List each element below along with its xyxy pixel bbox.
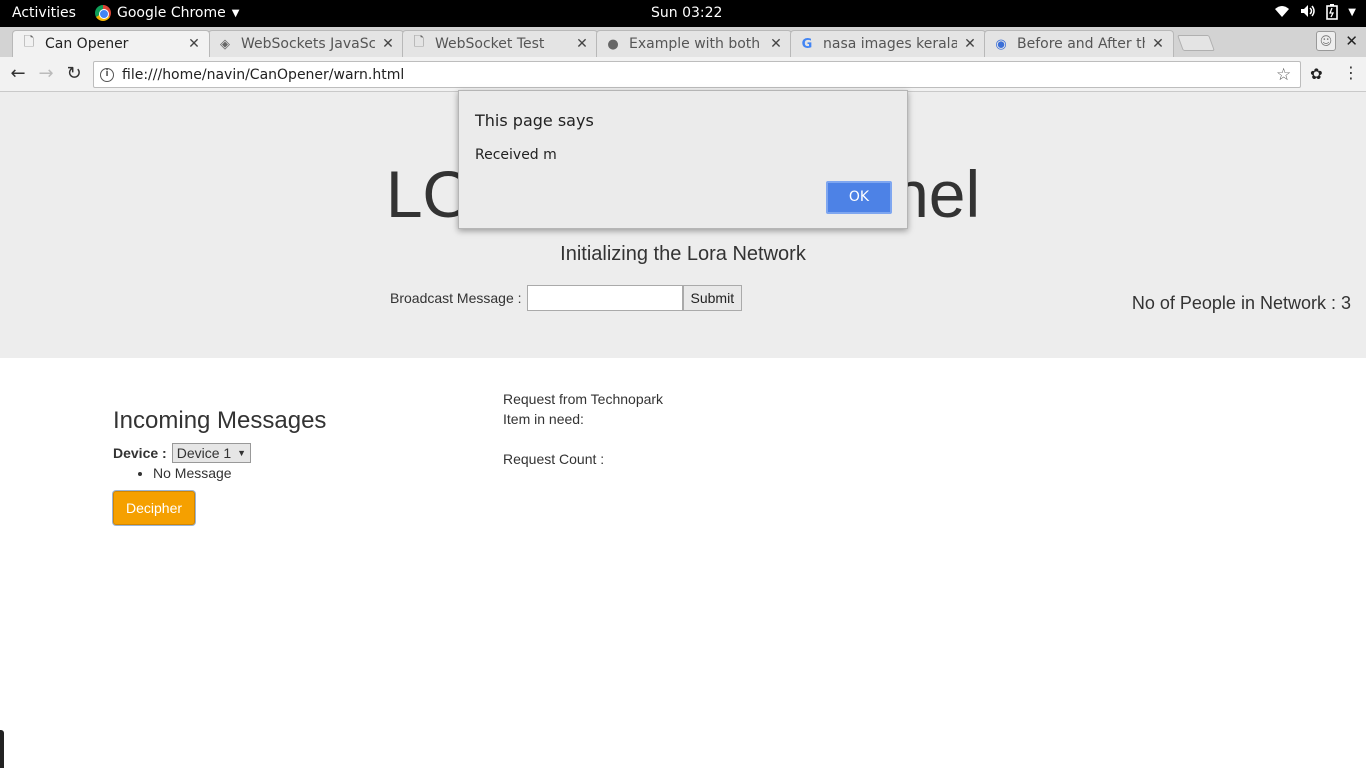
incoming-title: Incoming Messages bbox=[113, 407, 327, 434]
people-count: No of People in Network : 3 bbox=[1131, 293, 1351, 313]
request-panel: Request from Technopark Item in need: Re… bbox=[503, 389, 663, 469]
tab-strip: 🗋 Can Opener ✕ ◈ WebSockets JavaSc ✕ 🗋 W… bbox=[0, 27, 1366, 57]
device-label: Device : bbox=[113, 445, 167, 461]
close-tab-icon[interactable]: ✕ bbox=[575, 36, 589, 52]
list-item: No Message bbox=[153, 465, 326, 481]
alert-dialog: This page says Received m OK bbox=[458, 90, 908, 229]
item-in-need: Item in need: bbox=[503, 411, 584, 427]
broadcast-input[interactable] bbox=[526, 285, 683, 311]
tab-title: WebSockets JavaSc bbox=[241, 36, 375, 52]
close-tab-icon[interactable]: ✕ bbox=[187, 36, 201, 52]
close-tab-icon[interactable]: ✕ bbox=[381, 36, 395, 52]
page-subtitle: Initializing the Lora Network bbox=[560, 243, 806, 265]
new-tab-button[interactable] bbox=[1177, 35, 1215, 51]
tab-websockets-javascript[interactable]: ◈ WebSockets JavaSc ✕ bbox=[208, 30, 404, 57]
clock[interactable]: Sun 03:22 bbox=[651, 5, 722, 21]
broadcast-form: Broadcast Message : Submit bbox=[390, 285, 743, 311]
dialog-title: This page says bbox=[475, 111, 594, 130]
device-selected-value: Device 1 bbox=[176, 445, 232, 461]
browser-toolbar: ← → ↻ i file:///home/navin/CanOpener/war… bbox=[0, 57, 1366, 92]
more-menu-icon[interactable]: ⋮ bbox=[1343, 63, 1359, 82]
site-icon: ◉ bbox=[995, 36, 1007, 52]
system-tray[interactable]: ▼ bbox=[1274, 4, 1356, 24]
tab-title: nasa images kerala bbox=[823, 36, 957, 52]
chrome-icon bbox=[95, 5, 111, 21]
device-select[interactable]: Device 1 ▼ bbox=[171, 443, 252, 463]
close-tab-icon[interactable]: ✕ bbox=[769, 36, 783, 52]
forward-arrow-icon[interactable]: → bbox=[35, 63, 57, 85]
dialog-message: Received m bbox=[475, 147, 557, 163]
tab-title: Before and After the bbox=[1017, 36, 1145, 52]
message-list: No Message bbox=[153, 465, 326, 481]
tab-can-opener[interactable]: 🗋 Can Opener ✕ bbox=[12, 30, 210, 57]
reload-icon[interactable]: ↻ bbox=[63, 63, 85, 85]
activities-button[interactable]: Activities bbox=[12, 5, 76, 21]
tab-before-and-after[interactable]: ◉ Before and After the ✕ bbox=[984, 30, 1174, 57]
websocket-site-icon: ◈ bbox=[220, 36, 230, 52]
broadcast-label: Broadcast Message : bbox=[390, 290, 522, 306]
ok-button[interactable]: OK bbox=[826, 181, 892, 214]
window-close-icon[interactable]: ✕ bbox=[1345, 32, 1358, 50]
wifi-icon bbox=[1274, 4, 1290, 24]
battery-icon bbox=[1326, 4, 1339, 24]
decipher-button[interactable]: Decipher bbox=[113, 491, 196, 525]
volume-icon bbox=[1300, 4, 1316, 24]
close-tab-icon[interactable]: ✕ bbox=[1151, 36, 1165, 52]
extension-icon[interactable]: ✿ bbox=[1310, 65, 1323, 83]
url-text[interactable]: file:///home/navin/CanOpener/warn.html bbox=[122, 67, 1276, 83]
app-menu-label: Google Chrome bbox=[117, 5, 226, 21]
profile-icon[interactable]: ☺ bbox=[1316, 31, 1336, 51]
back-arrow-icon[interactable]: ← bbox=[7, 63, 29, 85]
incoming-messages-panel: Incoming Messages Device : Device 1 ▼ No… bbox=[113, 407, 326, 525]
tab-title: WebSocket Test bbox=[435, 36, 545, 52]
tab-google-search[interactable]: G nasa images kerala ✕ bbox=[790, 30, 986, 57]
chevron-down-icon: ▼ bbox=[231, 7, 240, 19]
page-icon: 🗋 bbox=[413, 35, 425, 50]
power-caret-icon: ▼ bbox=[1348, 7, 1356, 18]
app-menu[interactable]: Google Chrome ▼ bbox=[95, 5, 239, 21]
request-from: Request from Technopark bbox=[503, 391, 664, 407]
device-row: Device : Device 1 ▼ bbox=[113, 443, 326, 463]
tab-title: Can Opener bbox=[45, 36, 129, 52]
tab-websocket-test[interactable]: 🗋 WebSocket Test ✕ bbox=[402, 30, 598, 57]
page-icon: 🗋 bbox=[23, 35, 35, 50]
bookmark-star-icon[interactable]: ☆ bbox=[1276, 65, 1296, 85]
request-count: Request Count : bbox=[503, 451, 605, 467]
github-icon: ● bbox=[607, 36, 619, 52]
close-tab-icon[interactable]: ✕ bbox=[963, 36, 977, 52]
dropdown-arrow-icon: ▼ bbox=[237, 448, 247, 458]
tab-github-example[interactable]: ● Example with both s ✕ bbox=[596, 30, 792, 57]
info-icon[interactable]: i bbox=[100, 67, 114, 82]
screen-corner-edge bbox=[0, 730, 4, 768]
system-top-bar: Activities Google Chrome ▼ Sun 03:22 ▼ bbox=[0, 0, 1366, 27]
tab-title: Example with both s bbox=[629, 36, 763, 52]
address-bar[interactable]: i file:///home/navin/CanOpener/warn.html… bbox=[93, 61, 1301, 88]
google-icon: G bbox=[801, 36, 813, 52]
submit-button[interactable]: Submit bbox=[682, 285, 743, 311]
